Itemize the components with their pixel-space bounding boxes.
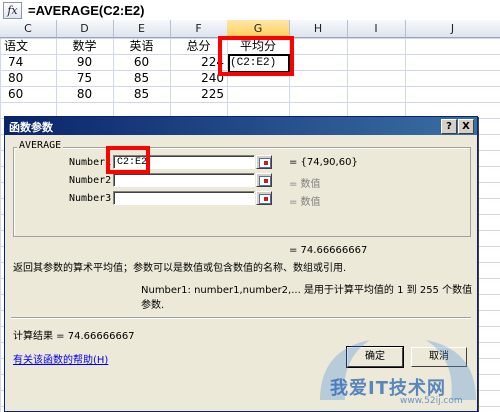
number2-collapse-button[interactable] <box>256 173 272 187</box>
function-help-link[interactable]: 有关该函数的帮助(H) <box>13 351 108 366</box>
column-header-e[interactable]: E <box>113 20 171 37</box>
dialog-title: 函数参数 <box>9 121 53 134</box>
number1-result: = {74,90,60} <box>289 157 358 168</box>
formula-input[interactable]: =AVERAGE(C2:E2) <box>28 3 144 18</box>
cell-f4[interactable]: 225 <box>170 86 224 102</box>
close-button[interactable]: X <box>458 119 474 134</box>
formula-result: = 74.66666667 <box>289 245 368 256</box>
number3-label: Number3 <box>69 193 112 204</box>
cell-d3[interactable]: 75 <box>56 70 113 86</box>
number2-label: Number2 <box>69 175 112 186</box>
highlight-box-number1 <box>106 146 150 174</box>
cell-c3[interactable]: 80 <box>8 70 56 86</box>
range-select-icon <box>259 158 271 168</box>
number1-collapse-button[interactable] <box>256 155 272 169</box>
help-question-button[interactable]: ? <box>441 119 457 134</box>
column-header-f[interactable]: F <box>170 20 228 37</box>
column-header-d[interactable]: D <box>56 20 114 37</box>
cell-e1[interactable]: 英语 <box>113 38 170 54</box>
cell-c4[interactable]: 60 <box>8 86 56 102</box>
cancel-button[interactable]: 取消 <box>411 347 467 367</box>
cell-c1[interactable]: 语文 <box>4 38 56 54</box>
function-description: 返回其参数的算术平均值；参数可以是数值或包含数值的名称、数组或引用. <box>13 263 347 274</box>
range-select-icon <box>259 176 271 186</box>
grid-line <box>347 38 348 118</box>
cell-f3[interactable]: 240 <box>170 70 224 86</box>
column-header-g[interactable]: G <box>227 20 290 37</box>
calculation-result: 计算结果 = 74.66666667 <box>13 331 135 342</box>
cell-e3[interactable]: 85 <box>113 70 170 86</box>
column-header-h[interactable]: H <box>289 20 348 37</box>
number3-result: = 数值 <box>289 197 321 208</box>
range-select-icon <box>259 194 271 204</box>
function-arguments-dialog: 函数参数 ? X AVERAGE Number1 C2:E2 = {74,90,… <box>4 116 478 412</box>
cell-f2[interactable]: 224 <box>170 54 224 70</box>
function-name-label: AVERAGE <box>17 140 64 151</box>
cell-e2[interactable]: 60 <box>113 54 170 70</box>
number2-input[interactable] <box>113 173 255 187</box>
watermark-url: www.52ij.com <box>400 396 463 406</box>
insert-function-icon[interactable]: fx <box>3 2 22 19</box>
number1-label: Number1 <box>69 157 112 168</box>
cell-d4[interactable]: 80 <box>56 86 113 102</box>
column-header-j[interactable]: J <box>405 20 500 37</box>
formula-bar: fx =AVERAGE(C2:E2) <box>0 0 500 21</box>
divider <box>11 317 471 319</box>
grid-line <box>405 38 406 118</box>
number2-result: = 数值 <box>289 179 321 190</box>
cell-d2[interactable]: 90 <box>56 54 113 70</box>
cell-e4[interactable]: 85 <box>113 86 170 102</box>
ok-button[interactable]: 确定 <box>346 346 404 368</box>
cell-c2[interactable]: 74 <box>8 54 56 70</box>
column-header-i[interactable]: I <box>347 20 406 37</box>
argument-help: Number1: number1,number2,... 是用于计算平均值的 1… <box>141 285 473 311</box>
cell-d1[interactable]: 数学 <box>56 38 113 54</box>
number3-collapse-button[interactable] <box>256 191 272 205</box>
highlight-box-active-cell <box>218 36 294 76</box>
number3-input[interactable] <box>113 191 255 205</box>
column-header-c[interactable]: C <box>0 20 57 37</box>
dialog-titlebar[interactable]: 函数参数 ? X <box>5 117 477 135</box>
